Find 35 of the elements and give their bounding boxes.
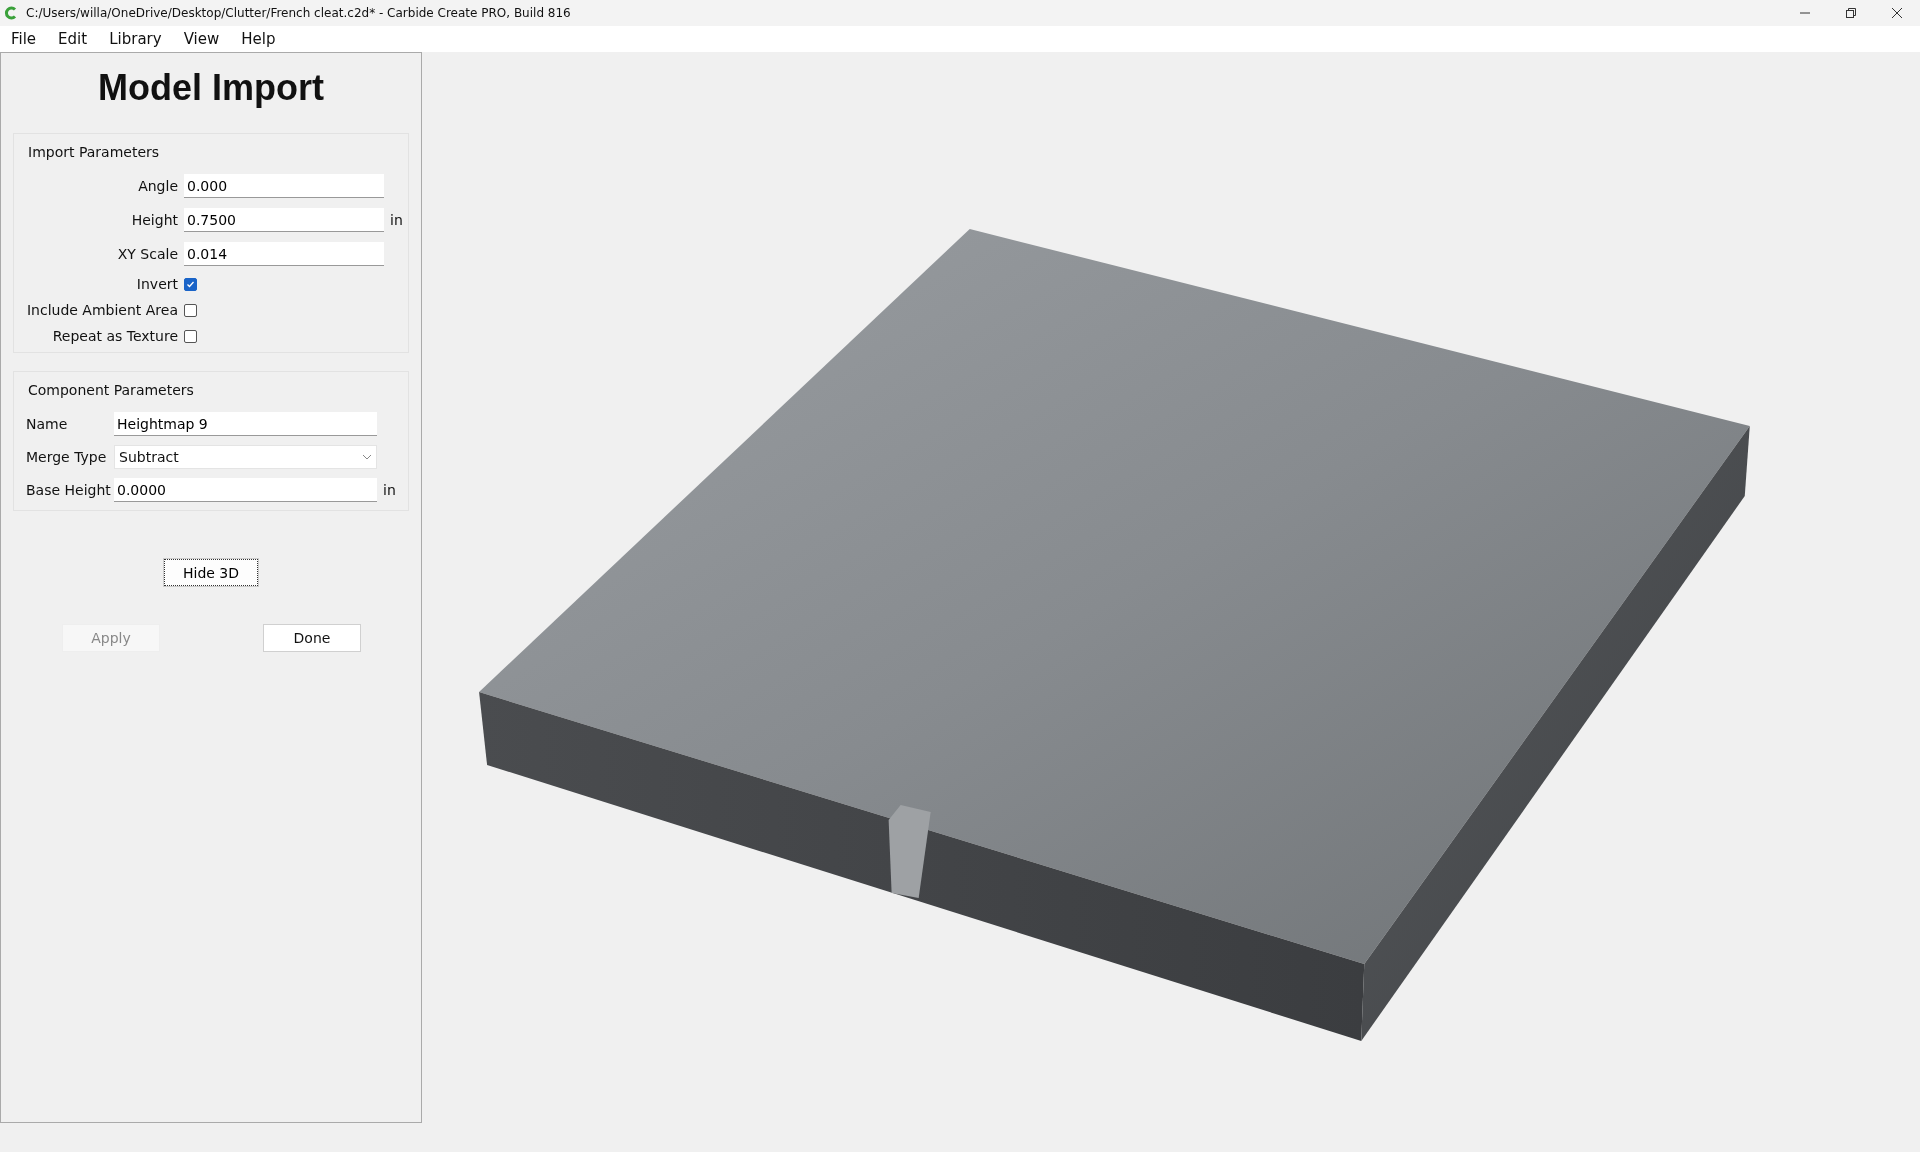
app-logo-icon	[4, 6, 18, 20]
done-button[interactable]: Done	[263, 624, 361, 652]
field-label: Merge Type	[26, 449, 108, 465]
unit-label: in	[390, 212, 403, 228]
field-label: Height	[130, 212, 178, 228]
checkbox-label: Include Ambient Area	[26, 302, 178, 318]
field-label: Name	[26, 416, 69, 432]
input-field[interactable]: 0.7500	[184, 208, 384, 232]
close-icon	[1891, 7, 1903, 19]
checkbox[interactable]	[184, 329, 197, 343]
restore-icon	[1845, 7, 1857, 19]
field-label: XY Scale	[116, 246, 178, 262]
unit-label: in	[383, 482, 397, 498]
window-title: C:/Users/willa/OneDrive/Desktop/Clutter/French cleat.c2d* - Carbide Create PRO, Build 816	[26, 6, 572, 20]
merge-type-dropdown[interactable]: Subtract	[114, 445, 377, 469]
hide-3d-button[interactable]: Hide 3D	[164, 559, 258, 586]
input-field[interactable]: Heightmap 9	[114, 412, 377, 436]
check-icon	[186, 279, 195, 289]
checkbox[interactable]	[184, 277, 197, 291]
group-heading: Import Parameters	[28, 144, 160, 160]
menu-item[interactable]: Edit	[51, 28, 95, 50]
group-heading: Component Parameters	[28, 382, 194, 398]
checkbox-label: Repeat as Texture	[51, 328, 178, 344]
input-field[interactable]: 0.014	[184, 242, 384, 266]
panel-title: Model Import	[97, 67, 325, 109]
checkbox-label: Invert	[135, 276, 178, 292]
input-field[interactable]: 0.000	[184, 174, 384, 198]
menu-item[interactable]: View	[176, 28, 227, 50]
checkbox[interactable]	[184, 303, 197, 317]
menu-item[interactable]: File	[4, 28, 44, 50]
input-field[interactable]: 0.0000	[114, 478, 377, 502]
field-label: Angle	[137, 178, 178, 194]
menu-item[interactable]: Help	[234, 28, 283, 50]
menu-item[interactable]: Library	[102, 28, 169, 50]
chevron-down-icon	[362, 454, 372, 460]
